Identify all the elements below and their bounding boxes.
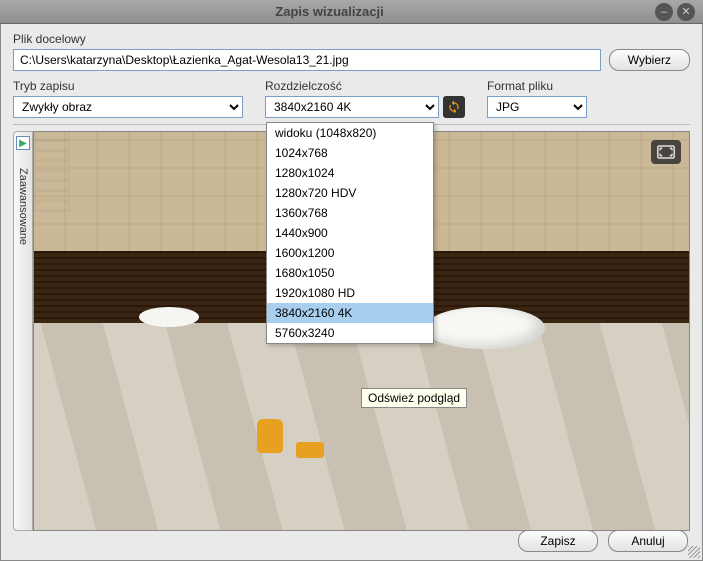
fullscreen-icon (657, 145, 675, 159)
bathtub (425, 307, 545, 349)
refresh-preview-button[interactable] (443, 96, 465, 118)
resolution-option[interactable]: 5760x3240 (267, 323, 433, 343)
resolution-option[interactable]: 1280x1024 (267, 163, 433, 183)
resolution-option[interactable]: 1680x1050 (267, 263, 433, 283)
resolution-option[interactable]: 1920x1080 HD (267, 283, 433, 303)
resolution-option[interactable]: 1280x720 HDV (267, 183, 433, 203)
refresh-icon (447, 100, 461, 114)
resolution-option[interactable]: 1360x768 (267, 203, 433, 223)
fullscreen-button[interactable] (651, 140, 681, 164)
browse-button[interactable]: Wybierz (609, 49, 690, 71)
resolution-option[interactable]: widoku (1048x820) (267, 123, 433, 143)
window-title: Zapis wizualizacji (8, 4, 651, 19)
format-select[interactable]: JPG (487, 96, 587, 118)
titlebar: Zapis wizualizacji – ✕ (0, 0, 703, 24)
resolution-option[interactable]: 3840x2160 4K (267, 303, 433, 323)
dialog-body: Plik docelowy Wybierz Tryb zapisu Zwykły… (0, 24, 703, 561)
mode-label: Tryb zapisu (13, 79, 243, 93)
save-button[interactable]: Zapisz (518, 530, 598, 552)
resolution-option[interactable]: 1600x1200 (267, 243, 433, 263)
file-label: Plik docelowy (13, 32, 601, 46)
stool (296, 442, 324, 458)
advanced-label: Zaawansowane (17, 168, 29, 245)
chevron-right-icon[interactable]: ▶ (16, 136, 30, 150)
resolution-label: Rozdzielczość (265, 79, 465, 93)
close-icon[interactable]: ✕ (677, 3, 695, 21)
resize-grip[interactable] (688, 546, 700, 558)
resolution-dropdown-list[interactable]: widoku (1048x820)1024x7681280x10241280x7… (266, 122, 434, 344)
mode-select[interactable]: Zwykły obraz (13, 96, 243, 118)
sink (139, 307, 199, 327)
minimize-icon[interactable]: – (655, 3, 673, 21)
resolution-select[interactable]: 3840x2160 4K (265, 96, 439, 118)
cancel-button[interactable]: Anuluj (608, 530, 688, 552)
file-path-input[interactable] (13, 49, 601, 71)
advanced-side-tab[interactable]: ▶ Zaawansowane (13, 131, 33, 531)
resolution-option[interactable]: 1024x768 (267, 143, 433, 163)
trash-bin (257, 419, 283, 453)
floor (34, 323, 689, 530)
refresh-tooltip: Odśwież podgląd (361, 388, 467, 408)
format-label: Format pliku (487, 79, 587, 93)
resolution-option[interactable]: 1440x900 (267, 223, 433, 243)
